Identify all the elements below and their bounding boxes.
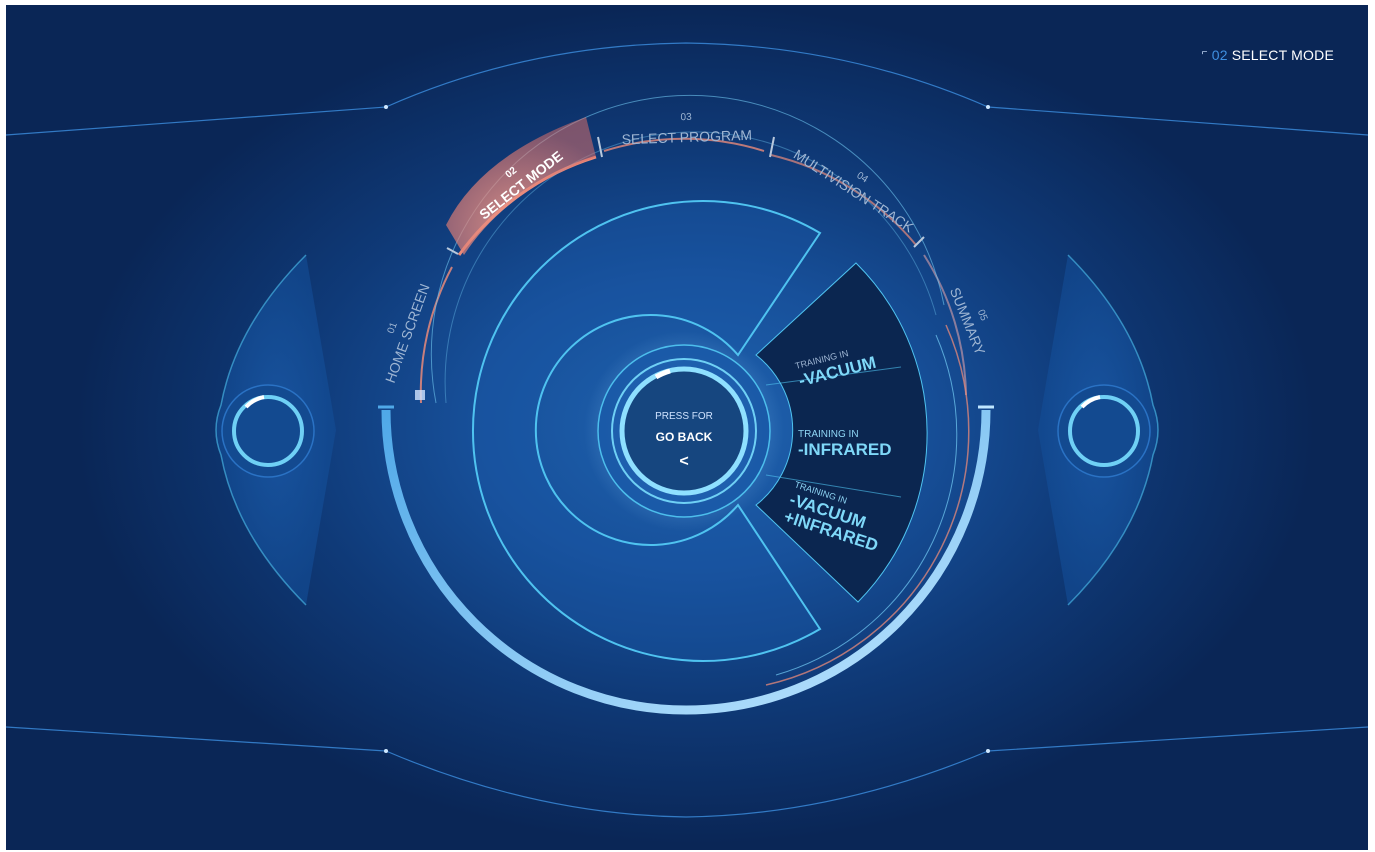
- go-back-button[interactable]: PRESS FOR GO BACK <: [584, 331, 784, 531]
- step-number: 01: [386, 320, 400, 335]
- go-back-line1: PRESS FOR: [655, 411, 713, 422]
- screen: ⌐ 02 SELECT MODE TRAINING IN -VACUUM TRA…: [6, 5, 1368, 850]
- step-number: 03: [680, 112, 692, 123]
- mode-prefix: TRAINING IN: [798, 429, 859, 440]
- go-back-line2: GO BACK: [656, 430, 713, 444]
- mode-label: -INFRARED: [798, 440, 892, 459]
- step-select-program[interactable]: 03 SELECT PROGRAM: [621, 110, 753, 148]
- step-label: MULTIVISION TRACK: [791, 146, 917, 236]
- control-dial: TRAINING IN -VACUUM TRAINING IN -INFRARE…: [6, 42, 1368, 818]
- back-arrow-icon: <: [679, 453, 688, 470]
- right-knob[interactable]: [1057, 384, 1151, 478]
- step-home-screen[interactable]: 01 HOME SCREEN: [370, 277, 433, 385]
- home-marker-icon: [415, 390, 425, 400]
- step-multivision-track[interactable]: 04 MULTIVISION TRACK: [791, 135, 924, 236]
- left-knob[interactable]: [221, 384, 315, 478]
- step-label: SUMMARY: [947, 285, 989, 358]
